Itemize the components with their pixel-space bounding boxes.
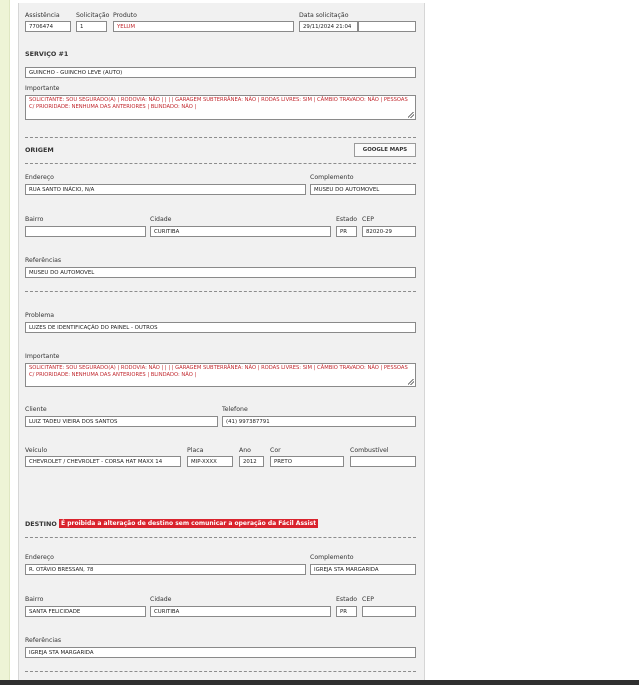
destino-endereco-field[interactable]: R. OTÁVIO BRESSAN, 78 — [25, 564, 306, 575]
destino-cidade-label: Cidade — [150, 596, 172, 603]
divider — [25, 291, 416, 292]
destino-complemento-label: Complemento — [310, 554, 354, 561]
cliente-field[interactable]: LUIZ TADEU VIEIRA DOS SANTOS — [25, 416, 218, 427]
destino-referencias-field[interactable]: IGREJA STA MARGARIDA — [25, 647, 416, 658]
divider — [25, 137, 416, 138]
hora-field[interactable] — [358, 21, 416, 32]
ano-label: Ano — [239, 447, 251, 454]
taskbar — [0, 680, 639, 685]
origem-endereco-label: Endereço — [25, 174, 54, 181]
problema-label: Problema — [25, 312, 55, 319]
importante-label: Importante — [25, 85, 60, 92]
origem-bairro-label: Bairro — [25, 216, 44, 223]
destino-warning-badge: É proibida a alteração de destino sem co… — [59, 519, 319, 528]
divider — [25, 671, 416, 672]
destino-endereco-label: Endereço — [25, 554, 54, 561]
origem-endereco-field[interactable]: RUA SANTO INÁCIO, N/A — [25, 184, 306, 195]
servico-title: SERVIÇO #1 — [25, 50, 69, 58]
destino-bairro-field[interactable]: SANTA FELICIDADE — [25, 606, 146, 617]
left-sidebar-strip — [0, 0, 10, 680]
solicitacao-label: Solicitação — [76, 12, 110, 19]
cor-label: Cor — [270, 447, 281, 454]
origem-cep-label: CEP — [362, 216, 374, 223]
resize-handle-icon[interactable] — [408, 112, 414, 118]
placa-label: Placa — [187, 447, 204, 454]
origem-referencias-label: Referências — [25, 257, 62, 264]
combustivel-label: Combustível — [350, 447, 389, 454]
cor-field[interactable]: PRETO — [270, 456, 344, 467]
divider — [25, 163, 416, 164]
assistencia-field[interactable]: 7706474 — [25, 21, 71, 32]
google-maps-button[interactable]: GOOGLE MAPS — [354, 143, 416, 157]
data-solicitacao-label: Data solicitação — [299, 12, 349, 19]
telefone-field[interactable]: (41) 997387791 — [222, 416, 416, 427]
origem-referencias-field[interactable]: MUSEU DO AUTOMOVEL — [25, 267, 416, 278]
ano-field[interactable]: 2012 — [239, 456, 264, 467]
origem-estado-field[interactable]: PR — [336, 226, 357, 237]
destino-cep-field[interactable] — [362, 606, 416, 617]
destino-estado-label: Estado — [336, 596, 358, 603]
data-solicitacao-field[interactable]: 29/11/2024 21:04 — [299, 21, 358, 32]
combustivel-field[interactable] — [350, 456, 416, 467]
destino-estado-field[interactable]: PR — [336, 606, 357, 617]
placa-field[interactable]: MIP-XXXX — [187, 456, 233, 467]
destino-referencias-label: Referências — [25, 637, 62, 644]
problema-field[interactable]: LUZES DE IDENTIFICAÇÃO DO PAINEL - OUTRO… — [25, 322, 416, 333]
veiculo-field[interactable]: CHEVROLET / CHEVROLET - CORSA HAT MAXX 1… — [25, 456, 181, 467]
cliente-label: Cliente — [25, 406, 47, 413]
resize-handle-icon[interactable] — [408, 379, 414, 385]
origem-cidade-field[interactable]: CURITIBA — [150, 226, 331, 237]
problema-importante-text: SOLICITANTE: SOU SEGURADO(A) | RODOVIA: … — [29, 365, 408, 378]
produto-label: Produto — [113, 12, 137, 19]
solicitacao-field[interactable]: 1 — [76, 21, 107, 32]
problema-importante-label: Importante — [25, 353, 60, 360]
assistencia-label: Assistência — [25, 12, 60, 19]
destino-cep-label: CEP — [362, 596, 374, 603]
veiculo-label: Veículo — [25, 447, 48, 454]
origem-complemento-field[interactable]: MUSEU DO AUTOMOVEL — [310, 184, 416, 195]
produto-field[interactable]: YELUM — [113, 21, 294, 32]
destino-complemento-field[interactable]: IGREJA STA MARGARIDA — [310, 564, 416, 575]
destino-cidade-field[interactable]: CURITIBA — [150, 606, 331, 617]
destino-title: DESTINO — [25, 520, 57, 528]
importante-text: SOLICITANTE: SOU SEGURADO(A) | RODOVIA: … — [29, 97, 408, 110]
telefone-label: Telefone — [222, 406, 248, 413]
origem-estado-label: Estado — [336, 216, 358, 223]
origem-complemento-label: Complemento — [310, 174, 354, 181]
origem-title: ORIGEM — [25, 146, 54, 154]
destino-bairro-label: Bairro — [25, 596, 44, 603]
importante-textarea[interactable]: SOLICITANTE: SOU SEGURADO(A) | RODOVIA: … — [25, 95, 416, 120]
problema-importante-textarea[interactable]: SOLICITANTE: SOU SEGURADO(A) | RODOVIA: … — [25, 363, 416, 387]
origem-cidade-label: Cidade — [150, 216, 172, 223]
origem-bairro-field[interactable] — [25, 226, 146, 237]
origem-cep-field[interactable]: 82020-29 — [362, 226, 416, 237]
divider — [25, 537, 416, 538]
servico-field[interactable]: GUINCHO - GUINCHO LEVE (AUTO) — [25, 67, 416, 78]
